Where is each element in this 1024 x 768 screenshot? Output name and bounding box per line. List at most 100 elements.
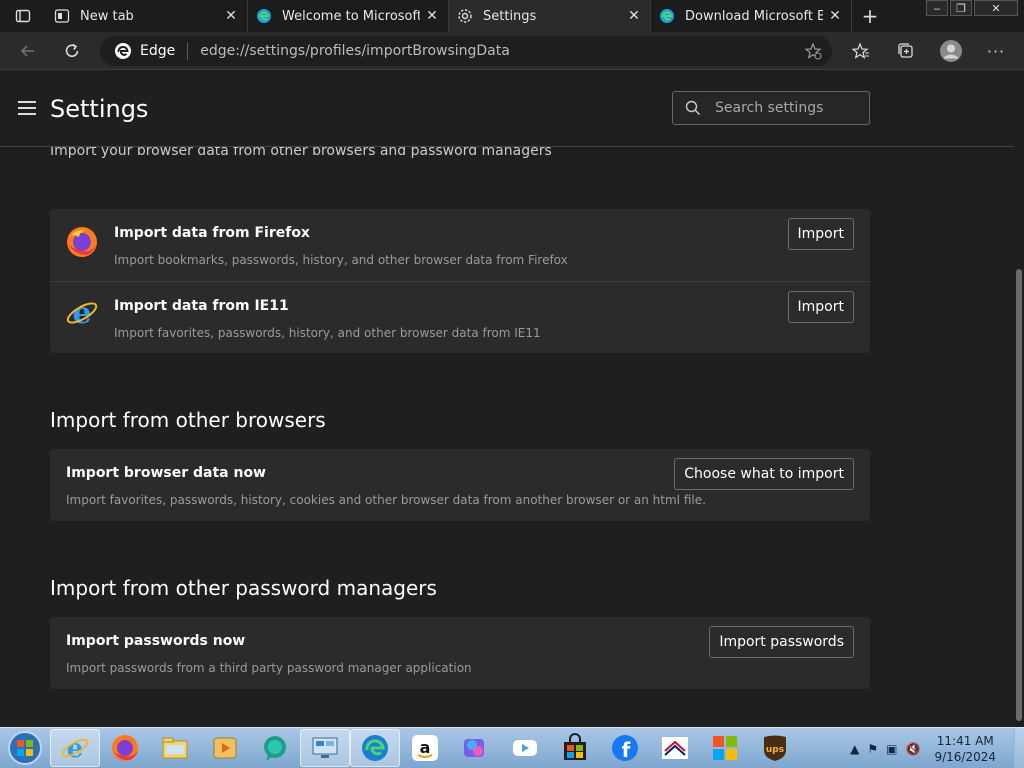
address-divider [187,42,189,60]
svg-text:ups: ups [766,745,784,755]
row-title: Import browser data now [66,465,266,481]
svg-text:a: a [420,738,431,757]
taskbar-video-icon[interactable] [500,729,550,767]
menu-icon[interactable] [18,101,36,115]
svg-text:e: e [67,734,84,763]
row-description: Import passwords from a third party pass… [66,661,472,675]
import-passwords-button[interactable]: Import passwords [709,626,854,658]
row-description: Import favorites, passwords, history, an… [114,326,541,340]
taskbar-facebook-icon[interactable]: f [600,729,650,767]
refresh-button[interactable] [54,36,90,66]
tray-icons: ▲ ⚑ ▣ 🔇 [850,742,920,756]
toolbar-actions: ··· [843,36,1014,66]
taskbar-copilot-icon[interactable] [450,729,500,767]
edge-logo-icon [256,8,272,24]
more-options-button[interactable]: ··· [978,36,1014,66]
edge-logo-icon [659,8,675,24]
tab-strip: New tab ✕ Welcome to Microsoft Ed ✕ Sett… [0,0,1024,32]
clock-date: 9/16/2024 [934,749,996,764]
taskbar-edge-icon[interactable] [350,729,400,767]
close-tab-icon[interactable]: ✕ [424,8,440,24]
tab-title: Settings [483,8,537,24]
back-arrow-icon [20,44,34,57]
refresh-icon [65,43,79,57]
start-button[interactable] [0,728,50,768]
taskbar-media-player-icon[interactable] [200,729,250,767]
new-tab-button[interactable]: + [852,0,888,32]
tab-title: Download Microsoft Edge [685,8,823,24]
collections-icon [898,43,913,58]
clock-time: 11:41 AM [936,733,994,748]
close-tab-icon[interactable]: ✕ [626,8,642,24]
tab-title: Welcome to Microsoft Ed [282,8,420,24]
tab-download-edge[interactable]: Download Microsoft Edge ✕ [651,0,852,32]
import-passwords-row: Import passwords now Import passwords fr… [50,617,870,689]
flag-icon[interactable]: ⚑ [867,742,878,756]
network-icon[interactable]: ▣ [886,742,897,756]
window-controls: ‒ ❐ ✕ [926,0,1018,16]
import-passwords-card: Import passwords now Import passwords fr… [50,617,870,689]
clock[interactable]: 11:41 AM 9/16/2024 [934,733,996,765]
restore-button[interactable]: ❐ [950,0,972,16]
section-heading: Import from other password managers [50,576,437,600]
search-icon [685,100,700,115]
import-firefox-button[interactable]: Import [787,218,854,250]
profile-button[interactable] [933,36,969,66]
tab-actions-icon [15,9,31,23]
scrollbar[interactable] [1014,71,1024,727]
taskbar-ie-icon[interactable]: e [50,729,100,767]
intro-text: Import your browser data from other brow… [50,147,552,159]
firefox-icon [67,227,97,257]
address-bar[interactable]: Edge edge://settings/profiles/importBrow… [100,36,832,66]
collections-button[interactable] [888,36,924,66]
edge-logo-icon [115,43,131,59]
volume-muted-icon[interactable]: 🔇 [906,742,921,756]
windows-start-icon [8,731,42,765]
newtab-icon [54,8,70,24]
quick-import-card: Import data from Firefox Import bookmark… [50,209,870,353]
close-window-button[interactable]: ✕ [974,0,1018,16]
taskbar-firefox-icon[interactable] [100,729,150,767]
import-browser-row: Import browser data now Import favorites… [50,449,870,521]
close-tab-icon[interactable]: ✕ [223,8,239,24]
gear-icon [457,8,473,24]
show-desktop-button[interactable] [1014,728,1024,768]
taskbar-store-icon[interactable] [550,729,600,767]
close-tab-icon[interactable]: ✕ [827,8,843,24]
taskbar-ups-icon[interactable]: ups [750,729,800,767]
system-tray: ▲ ⚑ ▣ 🔇 11:41 AM 9/16/2024 [850,728,1024,768]
minimize-button[interactable]: ‒ [926,0,948,16]
row-title: Import data from IE11 [114,298,289,314]
tab-settings[interactable]: Settings ✕ [449,0,651,32]
browser-toolbar: Edge edge://settings/profiles/importBrow… [0,32,1024,70]
taskbar: e a f ups ▲ ⚑ ▣ 🔇 11:41 AM 9/16/2024 [0,727,1024,768]
avatar-icon [940,40,962,62]
favorites-icon [852,42,869,59]
taskbar-office-icon[interactable] [700,729,750,767]
back-button[interactable] [10,36,46,66]
show-hidden-icons-icon[interactable]: ▲ [850,742,859,756]
taskbar-chat-icon[interactable] [250,729,300,767]
taskbar-explorer-icon[interactable] [150,729,200,767]
tab-new-tab[interactable]: New tab ✕ [46,0,248,32]
search-input[interactable]: Search settings [672,91,870,125]
tab-welcome[interactable]: Welcome to Microsoft Ed ✕ [248,0,449,32]
row-description: Import bookmarks, passwords, history, an… [114,253,568,267]
choose-what-to-import-button[interactable]: Choose what to import [674,458,854,490]
section-heading: Import from other browsers [50,408,326,432]
tab-actions-button[interactable] [0,0,46,32]
tab-title: New tab [80,8,134,24]
row-description: Import favorites, passwords, history, co… [66,493,706,507]
scroll-thumb[interactable] [1016,269,1022,721]
settings-header: Settings Search settings [0,71,1024,147]
favorites-button[interactable] [843,36,879,66]
add-favorite-icon[interactable] [804,42,822,64]
row-title: Import data from Firefox [114,225,310,241]
taskbar-bank-icon[interactable] [650,729,700,767]
plus-icon: + [861,4,879,28]
taskbar-remote-desktop-icon[interactable] [300,729,350,767]
row-title: Import passwords now [66,633,246,649]
taskbar-amazon-icon[interactable]: a [400,729,450,767]
url-text[interactable]: edge://settings/profiles/importBrowsingD… [200,43,510,59]
import-ie11-button[interactable]: Import [787,291,854,323]
